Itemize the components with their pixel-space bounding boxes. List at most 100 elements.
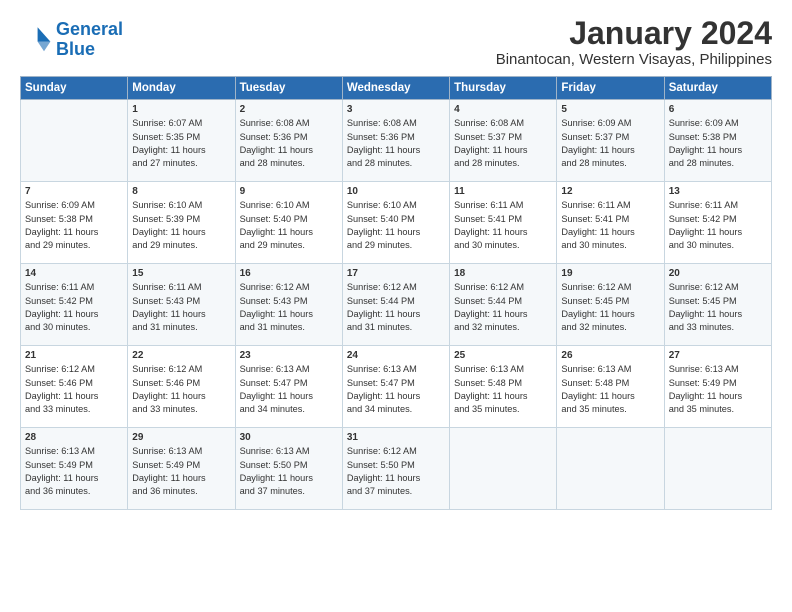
calendar-cell: 28 Sunrise: 6:13 AM Sunset: 5:49 PM Dayli… bbox=[21, 428, 128, 510]
cell-sun-info: Sunrise: 6:11 AM Sunset: 5:42 PM Dayligh… bbox=[669, 199, 767, 252]
day-number: 15 bbox=[132, 268, 230, 279]
cell-sun-info: Sunrise: 6:08 AM Sunset: 5:36 PM Dayligh… bbox=[347, 117, 445, 170]
cell-sun-info: Sunrise: 6:10 AM Sunset: 5:40 PM Dayligh… bbox=[240, 199, 338, 252]
day-number: 18 bbox=[454, 268, 552, 279]
cell-sun-info: Sunrise: 6:11 AM Sunset: 5:42 PM Dayligh… bbox=[25, 281, 123, 334]
calendar-cell: 29Sunrise: 6:13 AM Sunset: 5:49 PM Dayli… bbox=[128, 428, 235, 510]
logo-text: General Blue bbox=[56, 20, 123, 60]
day-number: 31 bbox=[347, 432, 445, 443]
cell-sun-info: Sunrise: 6:13 AM Sunset: 5:49 PM Dayligh… bbox=[25, 445, 123, 498]
title-block: January 2024 Binantocan, Western Visayas… bbox=[496, 16, 772, 68]
cell-sun-info: Sunrise: 6:08 AM Sunset: 5:36 PM Dayligh… bbox=[240, 117, 338, 170]
day-number: 8 bbox=[132, 186, 230, 197]
calendar-cell: 22 Sunrise: 6:12 AM Sunset: 5:46 PM Dayli… bbox=[128, 346, 235, 428]
day-number: 9 bbox=[240, 186, 338, 197]
calendar-body: 1 Sunrise: 6:07 AM Sunset: 5:35 PM Daylig… bbox=[21, 100, 772, 510]
calendar-cell: 10Sunrise: 6:10 AM Sunset: 5:40 PM Dayli… bbox=[342, 182, 449, 264]
day-number: 3 bbox=[347, 104, 445, 115]
weekday-header-saturday: Saturday bbox=[664, 77, 771, 100]
calendar-cell: 8 Sunrise: 6:10 AM Sunset: 5:39 PM Daylig… bbox=[128, 182, 235, 264]
day-number: 22 bbox=[132, 350, 230, 361]
cell-sun-info: Sunrise: 6:12 AM Sunset: 5:45 PM Dayligh… bbox=[669, 281, 767, 334]
cell-sun-info: Sunrise: 6:11 AM Sunset: 5:41 PM Dayligh… bbox=[454, 199, 552, 252]
day-number: 30 bbox=[240, 432, 338, 443]
cell-sun-info: Sunrise: 6:10 AM Sunset: 5:40 PM Dayligh… bbox=[347, 199, 445, 252]
cell-sun-info: Sunrise: 6:13 AM Sunset: 5:50 PM Dayligh… bbox=[240, 445, 338, 498]
cell-sun-info: Sunrise: 6:13 AM Sunset: 5:47 PM Dayligh… bbox=[240, 363, 338, 416]
cell-sun-info: Sunrise: 6:07 AM Sunset: 5:35 PM Dayligh… bbox=[132, 117, 230, 170]
day-number: 5 bbox=[561, 104, 659, 115]
cell-sun-info: Sunrise: 6:11 AM Sunset: 5:41 PM Dayligh… bbox=[561, 199, 659, 252]
cell-sun-info: Sunrise: 6:09 AM Sunset: 5:37 PM Dayligh… bbox=[561, 117, 659, 170]
weekday-header-sunday: Sunday bbox=[21, 77, 128, 100]
logo-line1: General bbox=[56, 19, 123, 39]
week-row-2: 7 Sunrise: 6:09 AM Sunset: 5:38 PM Daylig… bbox=[21, 182, 772, 264]
day-number: 26 bbox=[561, 350, 659, 361]
cell-sun-info: Sunrise: 6:13 AM Sunset: 5:47 PM Dayligh… bbox=[347, 363, 445, 416]
calendar-cell: 15Sunrise: 6:11 AM Sunset: 5:43 PM Dayli… bbox=[128, 264, 235, 346]
calendar-cell: 25Sunrise: 6:13 AM Sunset: 5:48 PM Dayli… bbox=[450, 346, 557, 428]
weekday-header-friday: Friday bbox=[557, 77, 664, 100]
day-number: 7 bbox=[25, 186, 123, 197]
calendar-cell: 5 Sunrise: 6:09 AM Sunset: 5:37 PM Daylig… bbox=[557, 100, 664, 182]
calendar-cell: 16Sunrise: 6:12 AM Sunset: 5:43 PM Dayli… bbox=[235, 264, 342, 346]
calendar-cell: 13 Sunrise: 6:11 AM Sunset: 5:42 PM Dayli… bbox=[664, 182, 771, 264]
calendar-cell: 21Sunrise: 6:12 AM Sunset: 5:46 PM Dayli… bbox=[21, 346, 128, 428]
day-number: 17 bbox=[347, 268, 445, 279]
calendar-cell: 27Sunrise: 6:13 AM Sunset: 5:49 PM Dayli… bbox=[664, 346, 771, 428]
header: General Blue January 2024 Binantocan, We… bbox=[20, 16, 772, 68]
day-number: 1 bbox=[132, 104, 230, 115]
cell-sun-info: Sunrise: 6:12 AM Sunset: 5:50 PM Dayligh… bbox=[347, 445, 445, 498]
cell-sun-info: Sunrise: 6:12 AM Sunset: 5:46 PM Dayligh… bbox=[132, 363, 230, 416]
calendar-cell: 11 Sunrise: 6:11 AM Sunset: 5:41 PM Dayli… bbox=[450, 182, 557, 264]
calendar-cell: 3 Sunrise: 6:08 AM Sunset: 5:36 PM Daylig… bbox=[342, 100, 449, 182]
calendar-cell: 18 Sunrise: 6:12 AM Sunset: 5:44 PM Dayli… bbox=[450, 264, 557, 346]
weekday-header-tuesday: Tuesday bbox=[235, 77, 342, 100]
day-number: 16 bbox=[240, 268, 338, 279]
calendar-cell bbox=[557, 428, 664, 510]
cell-sun-info: Sunrise: 6:09 AM Sunset: 5:38 PM Dayligh… bbox=[25, 199, 123, 252]
cell-sun-info: Sunrise: 6:13 AM Sunset: 5:49 PM Dayligh… bbox=[669, 363, 767, 416]
week-row-5: 28 Sunrise: 6:13 AM Sunset: 5:49 PM Dayli… bbox=[21, 428, 772, 510]
calendar-cell: 6 Sunrise: 6:09 AM Sunset: 5:38 PM Daylig… bbox=[664, 100, 771, 182]
main-title: January 2024 bbox=[496, 16, 772, 51]
day-number: 11 bbox=[454, 186, 552, 197]
calendar-cell: 31 Sunrise: 6:12 AM Sunset: 5:50 PM Dayli… bbox=[342, 428, 449, 510]
calendar-cell: 4Sunrise: 6:08 AM Sunset: 5:37 PM Daylig… bbox=[450, 100, 557, 182]
logo-line2: Blue bbox=[56, 39, 95, 59]
week-row-3: 14Sunrise: 6:11 AM Sunset: 5:42 PM Dayli… bbox=[21, 264, 772, 346]
day-number: 29 bbox=[132, 432, 230, 443]
calendar-cell: 19 Sunrise: 6:12 AM Sunset: 5:45 PM Dayli… bbox=[557, 264, 664, 346]
cell-sun-info: Sunrise: 6:12 AM Sunset: 5:44 PM Dayligh… bbox=[454, 281, 552, 334]
weekday-header-row: SundayMondayTuesdayWednesdayThursdayFrid… bbox=[21, 77, 772, 100]
day-number: 4 bbox=[454, 104, 552, 115]
day-number: 12 bbox=[561, 186, 659, 197]
calendar-cell: 1 Sunrise: 6:07 AM Sunset: 5:35 PM Daylig… bbox=[128, 100, 235, 182]
calendar-cell: 23Sunrise: 6:13 AM Sunset: 5:47 PM Dayli… bbox=[235, 346, 342, 428]
calendar-cell bbox=[450, 428, 557, 510]
calendar-cell: 24Sunrise: 6:13 AM Sunset: 5:47 PM Dayli… bbox=[342, 346, 449, 428]
calendar-table: SundayMondayTuesdayWednesdayThursdayFrid… bbox=[20, 76, 772, 510]
cell-sun-info: Sunrise: 6:12 AM Sunset: 5:45 PM Dayligh… bbox=[561, 281, 659, 334]
calendar-cell: 20 Sunrise: 6:12 AM Sunset: 5:45 PM Dayli… bbox=[664, 264, 771, 346]
cell-sun-info: Sunrise: 6:10 AM Sunset: 5:39 PM Dayligh… bbox=[132, 199, 230, 252]
page: General Blue January 2024 Binantocan, We… bbox=[0, 0, 792, 612]
weekday-header-monday: Monday bbox=[128, 77, 235, 100]
day-number: 25 bbox=[454, 350, 552, 361]
day-number: 13 bbox=[669, 186, 767, 197]
day-number: 20 bbox=[669, 268, 767, 279]
cell-sun-info: Sunrise: 6:09 AM Sunset: 5:38 PM Dayligh… bbox=[669, 117, 767, 170]
logo: General Blue bbox=[20, 20, 123, 60]
day-number: 28 bbox=[25, 432, 123, 443]
weekday-header-wednesday: Wednesday bbox=[342, 77, 449, 100]
calendar-cell: 30 Sunrise: 6:13 AM Sunset: 5:50 PM Dayli… bbox=[235, 428, 342, 510]
calendar-cell: 14Sunrise: 6:11 AM Sunset: 5:42 PM Dayli… bbox=[21, 264, 128, 346]
cell-sun-info: Sunrise: 6:12 AM Sunset: 5:44 PM Dayligh… bbox=[347, 281, 445, 334]
day-number: 6 bbox=[669, 104, 767, 115]
calendar-cell: 7 Sunrise: 6:09 AM Sunset: 5:38 PM Daylig… bbox=[21, 182, 128, 264]
calendar-cell bbox=[21, 100, 128, 182]
calendar-cell: 26Sunrise: 6:13 AM Sunset: 5:48 PM Dayli… bbox=[557, 346, 664, 428]
calendar-cell: 17 Sunrise: 6:12 AM Sunset: 5:44 PM Dayli… bbox=[342, 264, 449, 346]
day-number: 19 bbox=[561, 268, 659, 279]
logo-icon bbox=[20, 24, 52, 56]
